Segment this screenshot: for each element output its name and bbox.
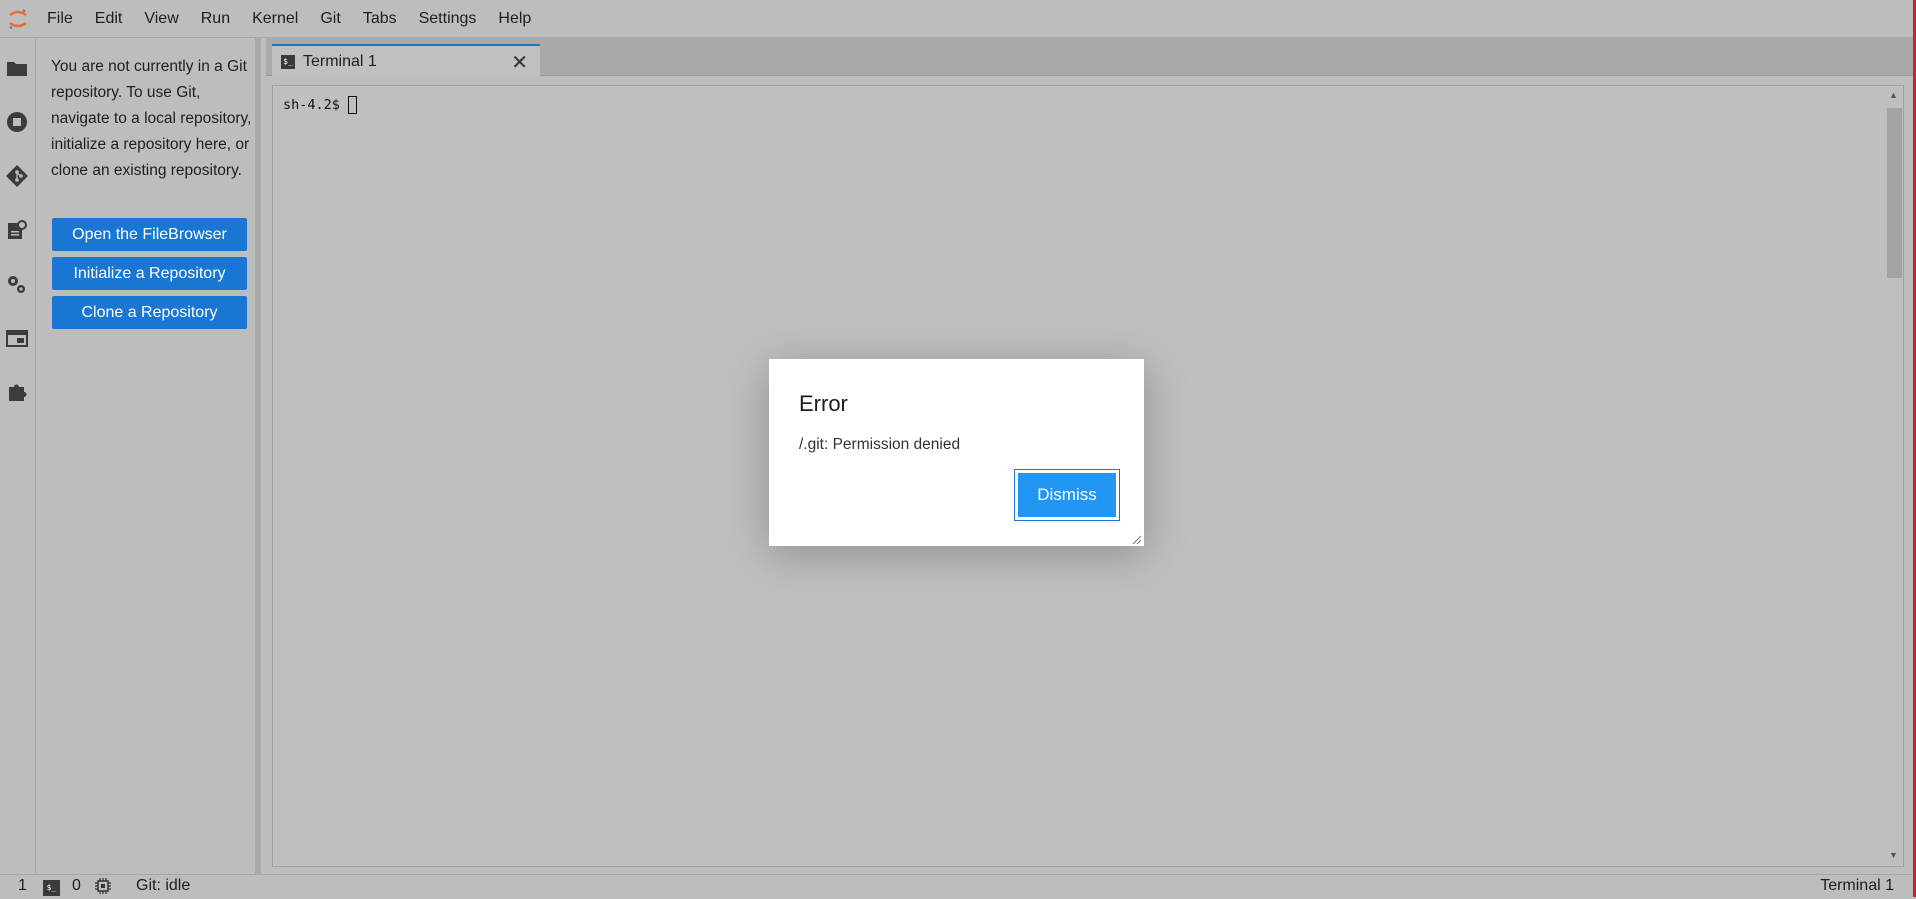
settings-gear-icon[interactable] [0, 264, 33, 304]
git-status: Git: idle [136, 877, 191, 894]
terminal-status-icon: $_ [43, 880, 60, 896]
left-activity-bar [0, 38, 36, 874]
status-count-1[interactable]: 1 [18, 877, 27, 895]
dismiss-focus-ring: Dismiss [1014, 469, 1120, 521]
git-panel-message: You are not currently in a Git repositor… [51, 58, 252, 179]
terminal-scrollbar[interactable]: ▲ ▼ [1884, 90, 1902, 860]
active-document-label: Terminal 1 [1820, 877, 1894, 894]
terminal-prompt: sh-4.2$ [283, 97, 340, 113]
menu-file[interactable]: File [36, 0, 84, 38]
terminal-prompt-line: sh-4.2$ [283, 96, 357, 114]
terminal-icon: $_ [281, 54, 295, 69]
tab-bar: $_ Terminal 1 ✕ [266, 38, 1916, 77]
open-filebrowser-button[interactable]: Open the FileBrowser [52, 218, 247, 251]
dialog-message: /.git: Permission denied [799, 436, 961, 453]
kernel-chip-icon [95, 878, 111, 899]
terminal-cursor [347, 96, 357, 114]
scroll-down-icon[interactable]: ▼ [1889, 850, 1898, 860]
dismiss-button[interactable]: Dismiss [1018, 473, 1116, 517]
menu-tabs[interactable]: Tabs [352, 0, 408, 38]
jupyter-logo-icon [0, 0, 36, 38]
tabs-icon[interactable] [0, 318, 33, 358]
git-icon[interactable] [0, 156, 33, 196]
property-inspector-icon[interactable] [0, 210, 33, 250]
menu-run[interactable]: Run [190, 0, 241, 38]
resize-grip-icon[interactable] [1130, 532, 1142, 545]
scroll-thumb[interactable] [1887, 108, 1902, 278]
menu-help[interactable]: Help [487, 0, 542, 38]
tab-terminal-1[interactable]: $_ Terminal 1 ✕ [272, 44, 540, 77]
menu-git[interactable]: Git [309, 0, 351, 38]
jupyterlab-app: File Edit View Run Kernel Git Tabs Setti… [0, 0, 1916, 897]
tab-label: Terminal 1 [303, 52, 377, 70]
menu-bar: File Edit View Run Kernel Git Tabs Setti… [0, 0, 1916, 38]
folder-icon[interactable] [0, 48, 33, 88]
error-dialog: Error /.git: Permission denied Dismiss [769, 359, 1144, 546]
menu-settings[interactable]: Settings [408, 0, 488, 38]
clone-repository-button[interactable]: Clone a Repository [52, 296, 247, 329]
dialog-title: Error [799, 391, 848, 416]
stop-circle-icon[interactable] [0, 102, 33, 142]
scroll-up-icon[interactable]: ▲ [1889, 90, 1898, 100]
status-count-2[interactable]: 0 [72, 877, 81, 895]
close-icon[interactable]: ✕ [511, 50, 528, 75]
status-bar: 1 $_ 0 Git: idle Terminal 1 [0, 874, 1916, 897]
git-side-panel: You are not currently in a Git repositor… [37, 38, 261, 874]
menu-kernel[interactable]: Kernel [241, 0, 309, 38]
extension-puzzle-icon[interactable] [0, 372, 33, 412]
initialize-repository-button[interactable]: Initialize a Repository [52, 257, 247, 290]
menu-edit[interactable]: Edit [84, 0, 134, 38]
menu-view[interactable]: View [133, 0, 189, 38]
